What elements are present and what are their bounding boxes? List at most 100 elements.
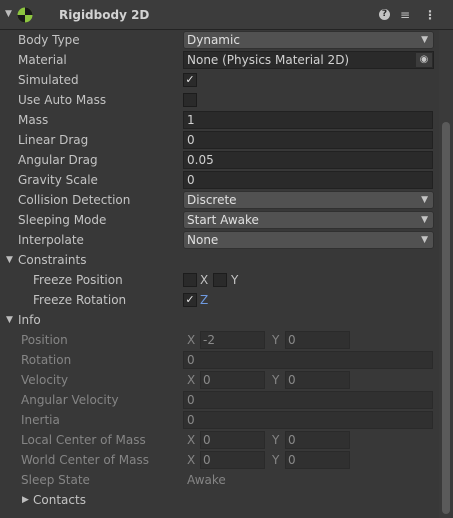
inertia-row: Inertia 0 <box>0 410 438 430</box>
object-picker-icon[interactable]: ◉ <box>416 53 432 67</box>
inertia-label: Inertia <box>21 413 60 427</box>
velocity-label: Velocity <box>21 373 69 387</box>
angular-velocity-label: Angular Velocity <box>21 393 119 407</box>
use-auto-mass-label: Use Auto Mass <box>18 93 107 107</box>
mass-row: Mass 1 <box>0 110 438 130</box>
local-com-y-field: 0 <box>285 431 350 449</box>
freeze-rotation-label: Freeze Rotation <box>33 293 127 307</box>
collision-detection-dropdown[interactable]: Discrete ▼ <box>183 191 434 209</box>
help-icon[interactable]: ? <box>379 9 390 20</box>
foldout-arrow-icon[interactable]: ▼ <box>5 9 12 19</box>
component-title: Rigidbody 2D <box>59 8 150 22</box>
angular-drag-row: Angular Drag 0.05 <box>0 150 438 170</box>
component-header[interactable]: ▼ Rigidbody 2D ? ≡ ⋮ <box>0 0 453 30</box>
foldout-open-icon[interactable]: ▼ <box>6 315 13 325</box>
contacts-label: Contacts <box>33 493 86 507</box>
velocity-y-field: 0 <box>285 371 350 389</box>
mass-field[interactable]: 1 <box>183 111 433 129</box>
material-value: None (Physics Material 2D) <box>187 53 350 67</box>
collision-detection-label: Collision Detection <box>18 193 131 207</box>
freeze-position-y-checkbox[interactable] <box>213 273 227 287</box>
info-label: Info <box>18 313 41 327</box>
rotation-field: 0 <box>183 351 433 369</box>
material-row: Material None (Physics Material 2D) ◉ <box>0 50 438 70</box>
sleep-state-label: Sleep State <box>21 473 90 487</box>
angular-drag-field[interactable]: 0.05 <box>183 151 433 169</box>
angular-velocity-row: Angular Velocity 0 <box>0 390 438 410</box>
freeze-rotation-z-label: Z <box>200 293 209 307</box>
contacts-foldout[interactable]: ▶ Contacts <box>0 490 438 510</box>
sleeping-mode-row: Sleeping Mode Start Awake ▼ <box>0 210 438 230</box>
mass-label: Mass <box>18 113 49 127</box>
body-type-value: Dynamic <box>187 33 240 47</box>
local-com-x-field: 0 <box>200 431 265 449</box>
freeze-position-row: Freeze Position X Y <box>0 270 438 290</box>
freeze-position-label: Freeze Position <box>33 273 123 287</box>
interpolate-label: Interpolate <box>18 233 84 247</box>
interpolate-value: None <box>187 233 219 247</box>
material-label: Material <box>18 53 67 67</box>
local-com-label: Local Center of Mass <box>21 433 146 447</box>
chevron-down-icon: ▼ <box>421 35 428 45</box>
position-label: Position <box>21 333 68 347</box>
gravity-scale-field[interactable]: 0 <box>183 171 433 189</box>
chevron-down-icon: ▼ <box>421 195 428 205</box>
velocity-row: Velocity X 0 Y 0 <box>0 370 438 390</box>
rigidbody-icon <box>17 7 33 23</box>
position-row: Position X -2 Y 0 <box>0 330 438 350</box>
velocity-x-field: 0 <box>200 371 265 389</box>
freeze-position-y-label: Y <box>231 273 239 287</box>
body-type-row: Body Type Dynamic ▼ <box>0 30 438 50</box>
foldout-open-icon[interactable]: ▼ <box>6 255 13 265</box>
local-com-y-axis-label: Y <box>272 433 280 447</box>
angular-velocity-field: 0 <box>183 391 433 409</box>
freeze-position-x-label: X <box>200 273 209 287</box>
world-com-row: World Center of Mass X 0 Y 0 <box>0 450 438 470</box>
position-y-axis-label: Y <box>272 333 280 347</box>
interpolate-row: Interpolate None ▼ <box>0 230 438 250</box>
sleep-state-value: Awake <box>187 473 226 487</box>
freeze-rotation-z-checkbox[interactable]: ✓ <box>183 293 197 307</box>
freeze-rotation-row: Freeze Rotation ✓ Z <box>0 290 438 310</box>
sleeping-mode-dropdown[interactable]: Start Awake ▼ <box>183 211 434 229</box>
world-com-y-axis-label: Y <box>272 453 280 467</box>
world-com-label: World Center of Mass <box>21 453 149 467</box>
foldout-closed-icon[interactable]: ▶ <box>22 495 29 505</box>
info-foldout[interactable]: ▼ Info <box>0 310 438 330</box>
world-com-x-axis-label: X <box>187 453 196 467</box>
use-auto-mass-checkbox[interactable] <box>183 93 197 107</box>
rotation-row: Rotation 0 <box>0 350 438 370</box>
angular-drag-label: Angular Drag <box>18 153 98 167</box>
velocity-y-axis-label: Y <box>272 373 280 387</box>
presets-icon[interactable]: ≡ <box>400 7 410 23</box>
world-com-x-field: 0 <box>200 451 265 469</box>
collision-detection-value: Discrete <box>187 193 237 207</box>
sleeping-mode-label: Sleeping Mode <box>18 213 107 227</box>
constraints-foldout[interactable]: ▼ Constraints <box>0 250 438 270</box>
rotation-label: Rotation <box>21 353 72 367</box>
freeze-position-x-checkbox[interactable] <box>183 273 197 287</box>
chevron-down-icon: ▼ <box>421 215 428 225</box>
simulated-row: Simulated ✓ <box>0 70 438 90</box>
linear-drag-label: Linear Drag <box>18 133 89 147</box>
sleeping-mode-value: Start Awake <box>187 213 259 227</box>
use-auto-mass-row: Use Auto Mass <box>0 90 438 110</box>
collision-detection-row: Collision Detection Discrete ▼ <box>0 190 438 210</box>
body-type-dropdown[interactable]: Dynamic ▼ <box>183 31 434 49</box>
simulated-checkbox[interactable]: ✓ <box>183 73 197 87</box>
material-field[interactable]: None (Physics Material 2D) ◉ <box>183 51 434 69</box>
chevron-down-icon: ▼ <box>421 235 428 245</box>
scrollbar-thumb[interactable] <box>442 122 450 514</box>
constraints-label: Constraints <box>18 253 87 267</box>
position-x-field: -2 <box>200 331 265 349</box>
world-com-y-field: 0 <box>285 451 350 469</box>
gravity-scale-label: Gravity Scale <box>18 173 98 187</box>
velocity-x-axis-label: X <box>187 373 196 387</box>
linear-drag-field[interactable]: 0 <box>183 131 433 149</box>
interpolate-dropdown[interactable]: None ▼ <box>183 231 434 249</box>
position-y-field: 0 <box>285 331 350 349</box>
more-icon[interactable]: ⋮ <box>424 7 436 23</box>
gravity-scale-row: Gravity Scale 0 <box>0 170 438 190</box>
linear-drag-row: Linear Drag 0 <box>0 130 438 150</box>
inertia-field: 0 <box>183 411 433 429</box>
